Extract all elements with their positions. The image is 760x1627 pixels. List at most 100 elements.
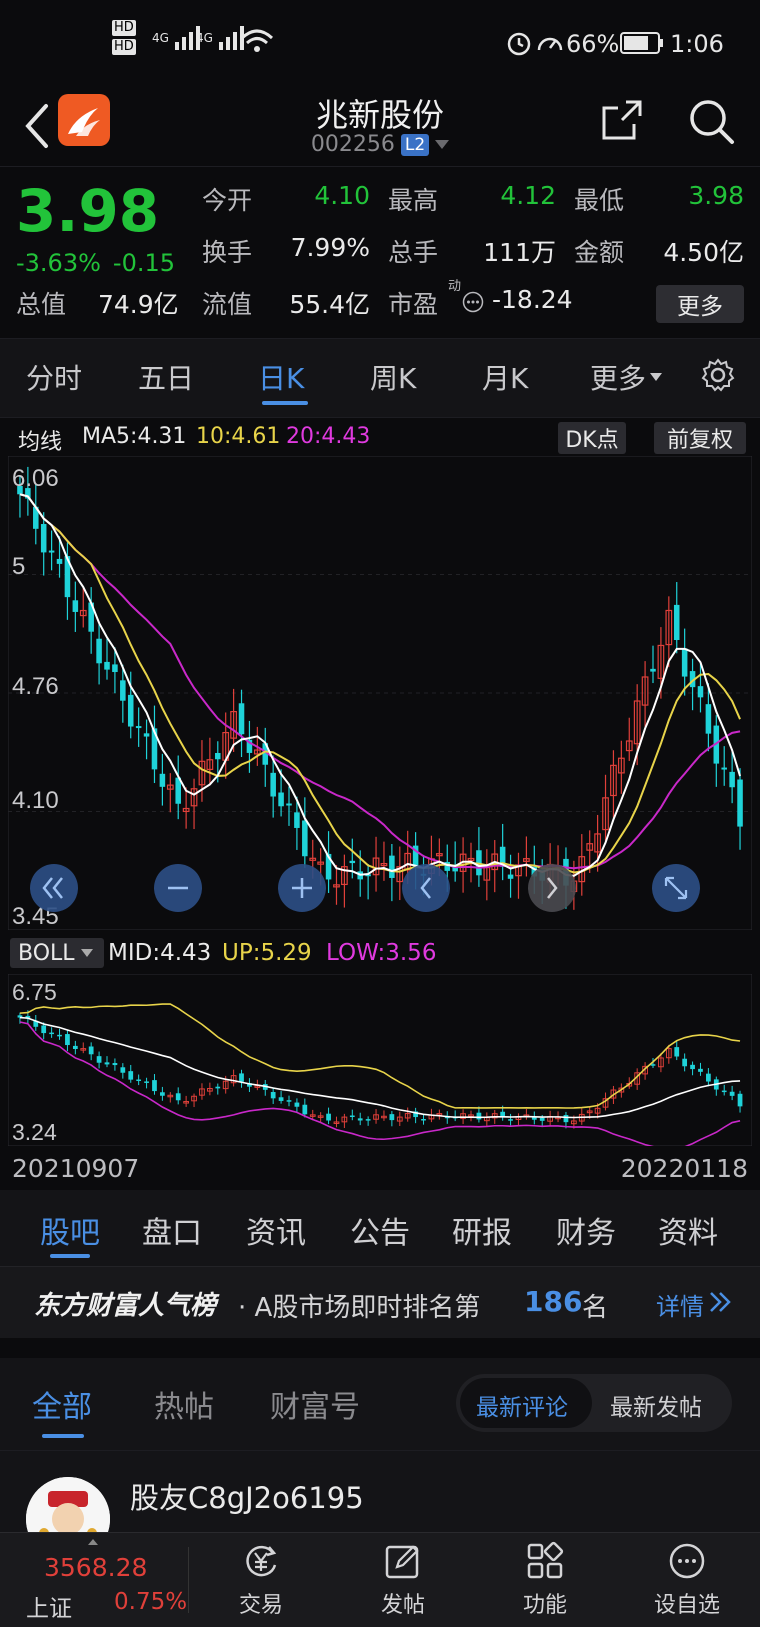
share-icon[interactable] xyxy=(600,98,644,142)
popularity-rank-banner[interactable]: 东方财富人气榜 · A股市场即时排名第 186 名 详情 xyxy=(0,1266,760,1339)
fullscreen-button[interactable] xyxy=(652,864,700,912)
tab-news[interactable]: 资讯 xyxy=(246,1208,306,1252)
gear-icon[interactable] xyxy=(700,357,736,393)
candle-body xyxy=(112,664,118,673)
nav-watchlist[interactable]: 设自选 xyxy=(632,1533,742,1627)
dk-point-button[interactable]: DK点 xyxy=(558,422,626,454)
scroll-right-button[interactable] xyxy=(528,864,576,912)
tab-intraday[interactable]: 分时 xyxy=(26,357,82,397)
boll-candle-body xyxy=(682,1058,688,1067)
tab-weekly-k[interactable]: 周K xyxy=(370,357,416,397)
boll-candle-body xyxy=(476,1112,482,1120)
zoom-out-button[interactable] xyxy=(154,864,202,912)
tab-daily-k[interactable]: 日K xyxy=(258,357,304,397)
boll-candle-body xyxy=(698,1068,703,1072)
boll-chart[interactable]: 6.75 3.24 xyxy=(8,974,752,1146)
index-ticker[interactable]: 3568.28 上证 0.75% xyxy=(0,1533,188,1627)
label-high: 最高 xyxy=(388,186,439,215)
tab-hot[interactable]: 热帖 xyxy=(154,1382,214,1426)
tab-pankou[interactable]: 盘口 xyxy=(142,1208,202,1252)
boll-candle-body xyxy=(72,1045,78,1050)
net-type-2: 4G xyxy=(196,31,213,45)
boll-candle-body xyxy=(104,1062,110,1065)
active-tab-underline xyxy=(262,401,308,405)
post-item[interactable]: 股友C8gJ2o6195 xyxy=(0,1450,760,1561)
stock-name: 兆新股份 xyxy=(315,96,444,134)
candle-body xyxy=(302,820,308,857)
ma-label[interactable]: 均线 xyxy=(18,424,62,456)
status-bar: HD HD 4G 4G 66% 1:06 xyxy=(0,0,760,86)
boll-legend: BOLL MID:4.43 UP:5.29 LOW:3.56 xyxy=(0,934,760,972)
candle-body xyxy=(40,524,47,553)
post-username[interactable]: 股友C8gJ2o6195 xyxy=(130,1475,364,1517)
scroll-left-fast-button[interactable] xyxy=(30,864,78,912)
tab-all[interactable]: 全部 xyxy=(32,1382,92,1426)
candle-body xyxy=(96,638,102,664)
boll-candle-body xyxy=(349,1115,355,1118)
boll-candle-body xyxy=(144,1081,149,1083)
last-price: 3.98 xyxy=(16,177,160,245)
clock: 1:06 xyxy=(670,30,724,58)
sort-segment: 最新评论 最新发帖 xyxy=(456,1374,732,1432)
date-axis: 20210907 20220118 xyxy=(0,1152,760,1188)
candle-body xyxy=(56,558,63,564)
label-turnover: 换手 xyxy=(202,238,253,267)
tab-five-day[interactable]: 五日 xyxy=(138,357,194,397)
more-quote-button[interactable]: 更多 xyxy=(656,285,744,323)
candle-body xyxy=(270,772,276,797)
zoom-in-button[interactable] xyxy=(278,864,326,912)
boll-candle-body xyxy=(65,1034,70,1046)
tab-more[interactable]: 更多 xyxy=(590,357,663,397)
boll-candle-body xyxy=(160,1092,165,1096)
candle-body xyxy=(127,694,134,727)
rank-number: 186 xyxy=(524,1285,583,1318)
boll-candle-body xyxy=(326,1113,331,1121)
candle-body xyxy=(72,600,79,612)
tab-monthly-k[interactable]: 月K xyxy=(482,357,528,397)
pe-dynamic-sup: 动 xyxy=(448,279,462,294)
tab-guba[interactable]: 股吧 xyxy=(40,1208,100,1252)
nav-functions[interactable]: 功能 xyxy=(490,1533,600,1627)
rank-detail-link[interactable]: 详情 xyxy=(656,1287,704,1322)
double-chevron-right-icon xyxy=(710,1292,731,1312)
boll-candle-body xyxy=(112,1063,118,1066)
ma20-value: 20:4.43 xyxy=(286,424,371,449)
tab-more-label: 更多 xyxy=(590,362,647,395)
stock-code: 002256 xyxy=(310,132,395,157)
scroll-left-button[interactable] xyxy=(402,864,450,912)
boll-candle-body xyxy=(96,1056,102,1063)
candlestick-chart[interactable]: 6.06 5 4.76 4.10 3.45 xyxy=(8,456,752,930)
segment-latest-comment[interactable]: 最新评论 xyxy=(476,1388,568,1422)
tab-research[interactable]: 研报 xyxy=(452,1208,512,1252)
forward-adjust-button[interactable]: 前复权 xyxy=(654,422,746,454)
boll-candle-body xyxy=(294,1102,300,1107)
tab-profile[interactable]: 资料 xyxy=(658,1208,718,1252)
index-change: 0.75% xyxy=(114,1589,188,1615)
boll-candle-body xyxy=(357,1118,363,1121)
indicator-select[interactable]: BOLL xyxy=(10,938,104,968)
boll-candle-body xyxy=(539,1117,545,1121)
info-dots-icon[interactable] xyxy=(462,291,484,313)
boll-candle-body xyxy=(49,1032,54,1035)
candle-body xyxy=(737,779,743,827)
candle-body xyxy=(697,686,704,698)
nav-functions-label: 功能 xyxy=(522,1593,567,1618)
value-high: 4.12 xyxy=(500,181,556,210)
tab-finance[interactable]: 财务 xyxy=(556,1208,616,1252)
boll-candle-body xyxy=(286,1100,292,1102)
section-gap xyxy=(0,1338,760,1358)
boll-candle-body xyxy=(563,1115,569,1123)
nav-post[interactable]: 发帖 xyxy=(348,1533,458,1627)
boll-candle-body xyxy=(270,1092,276,1099)
rank-text: · A股市场即时排名第 xyxy=(238,1293,481,1323)
nav-trade[interactable]: 交易 xyxy=(206,1533,316,1627)
segment-latest-post[interactable]: 最新发帖 xyxy=(610,1388,702,1422)
search-icon[interactable] xyxy=(686,96,736,146)
chart-period-tabs: 分时 五日 日K 周K 月K 更多 xyxy=(0,338,760,418)
tab-caifuhao[interactable]: 财富号 xyxy=(270,1382,360,1426)
tab-announcements[interactable]: 公告 xyxy=(350,1208,410,1252)
stock-code-line[interactable]: 002256 L2 xyxy=(0,132,760,157)
subtab-underline xyxy=(42,1434,84,1438)
hd2-badge: HD xyxy=(112,39,136,55)
label-float-value: 流值 xyxy=(202,290,253,319)
